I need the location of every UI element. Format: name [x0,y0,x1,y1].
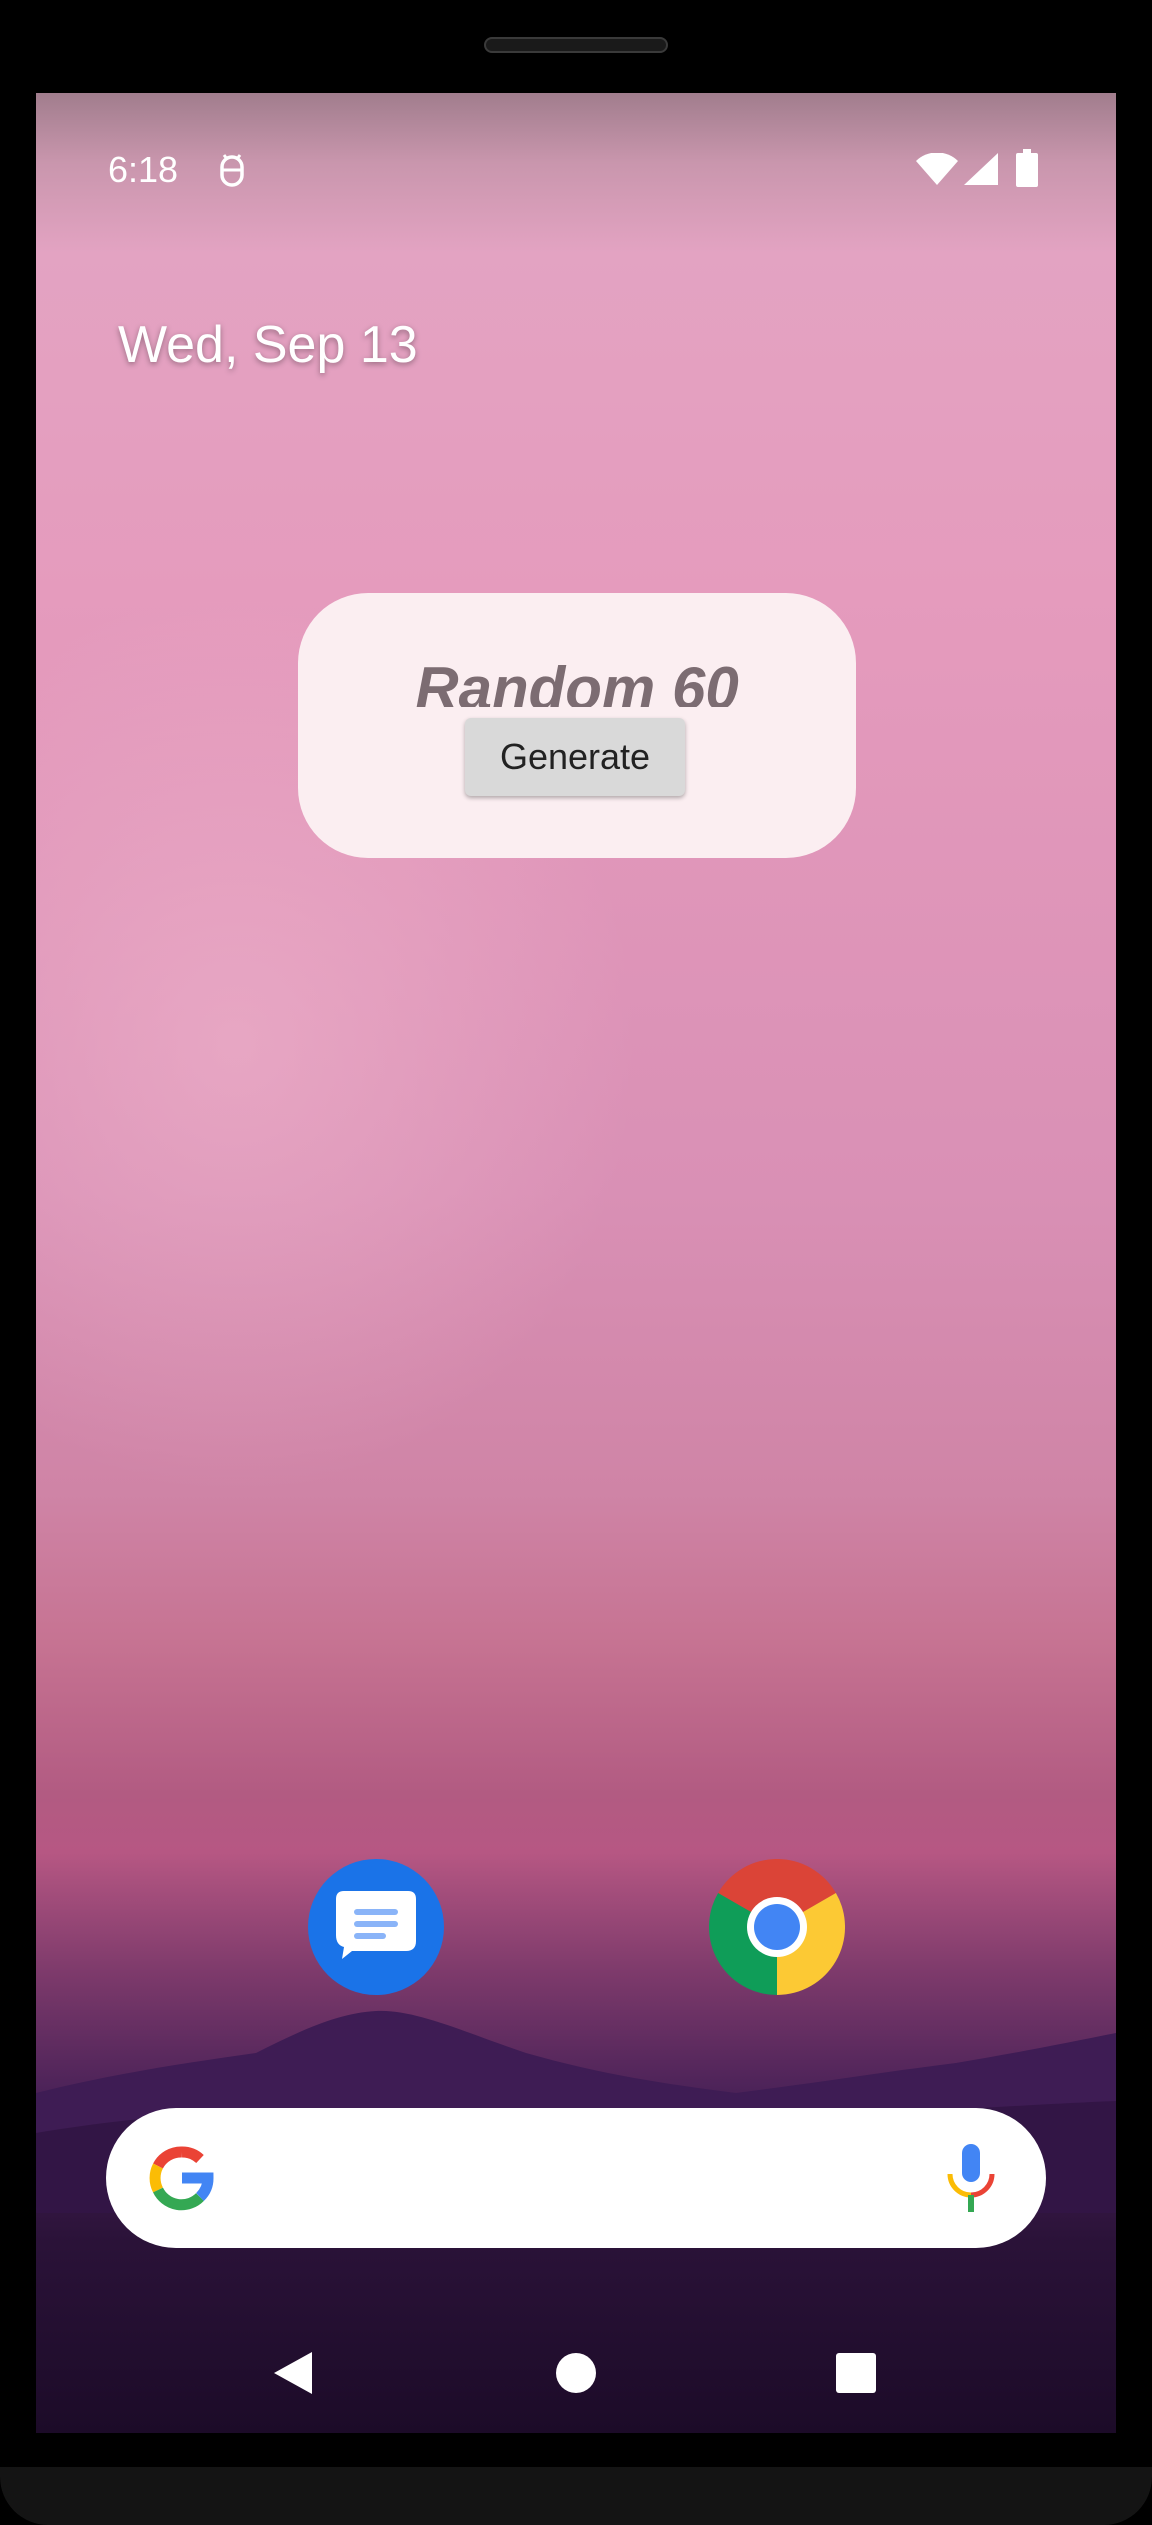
status-bar: 6:18 [36,93,1116,203]
messages-app-icon[interactable] [308,1859,444,1995]
widget-title: Random 60 [415,655,739,707]
random-widget: Random 60 Generate [298,593,856,858]
google-g-icon[interactable] [148,2144,216,2212]
earpiece-speaker [484,37,668,53]
microphone-icon[interactable] [944,2142,998,2214]
chrome-icon [708,1858,846,1995]
status-clock: 6:18 [108,149,179,190]
generate-button[interactable]: Generate [465,718,685,796]
home-date[interactable]: Wed, Sep 13 [118,315,418,375]
wifi-icon [916,153,958,185]
messages-icon [336,1891,416,1959]
navigation-bar [36,2323,1116,2423]
home-icon[interactable] [554,2348,598,2398]
recents-icon[interactable] [834,2348,878,2398]
back-icon[interactable] [270,2348,316,2398]
google-search-bar[interactable] [106,2108,1046,2248]
android-debug-icon [220,154,244,187]
home-screen: 6:18 Wed, Sep 13 Random 60 Generate [36,93,1116,2433]
chrome-app-icon[interactable] [708,1858,846,1995]
device-frame: 6:18 Wed, Sep 13 Random 60 Generate [0,0,1152,2525]
battery-icon [1016,149,1038,187]
cellular-signal-icon [964,153,998,185]
